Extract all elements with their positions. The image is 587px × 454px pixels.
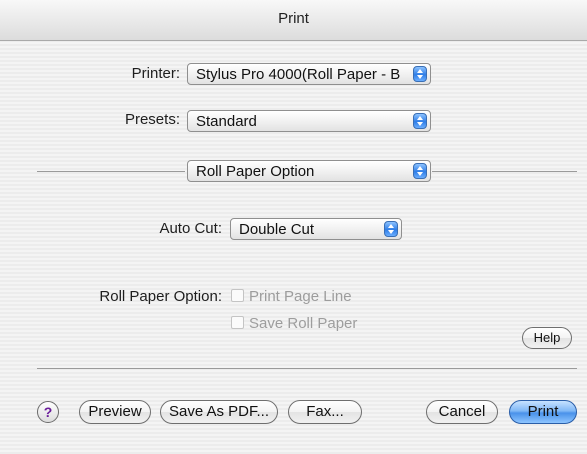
popup-arrows-icon bbox=[384, 221, 398, 237]
presets-label: Presets: bbox=[124, 111, 180, 128]
auto-cut-popup-value: Double Cut bbox=[239, 221, 315, 238]
presets-popup-value: Standard bbox=[196, 113, 257, 130]
save-as-pdf-button[interactable]: Save As PDF... bbox=[160, 400, 278, 424]
bottom-separator bbox=[37, 368, 577, 369]
panel-popup-value: Roll Paper Option bbox=[196, 163, 315, 180]
popup-arrows-icon bbox=[413, 66, 427, 82]
print-page-line-checkbox[interactable]: Print Page Line bbox=[231, 288, 411, 306]
save-roll-paper-checkbox[interactable]: Save Roll Paper bbox=[231, 315, 411, 333]
preview-button[interactable]: Preview bbox=[79, 400, 151, 424]
separator-right bbox=[432, 171, 577, 172]
checkbox-box bbox=[231, 289, 244, 302]
print-button[interactable]: Print bbox=[509, 400, 577, 424]
save-roll-paper-label: Save Roll Paper bbox=[249, 315, 358, 332]
cancel-button[interactable]: Cancel bbox=[426, 400, 498, 424]
popup-arrows-icon bbox=[413, 113, 427, 129]
roll-paper-option-label: Roll Paper Option: bbox=[99, 288, 222, 305]
checkbox-box bbox=[231, 316, 244, 329]
print-dialog: Print Printer: Stylus Pro 4000(Roll Pape… bbox=[0, 0, 587, 454]
title-bar: Print bbox=[0, 0, 587, 41]
question-mark-help-icon[interactable]: ? bbox=[37, 401, 59, 423]
separator-left bbox=[37, 171, 185, 172]
printer-popup[interactable]: Stylus Pro 4000(Roll Paper - B... bbox=[187, 63, 431, 85]
printer-label: Printer: bbox=[131, 65, 180, 82]
print-page-line-label: Print Page Line bbox=[249, 288, 352, 305]
popup-arrows-icon bbox=[413, 163, 427, 179]
help-button[interactable]: Help bbox=[522, 327, 572, 349]
window-title: Print bbox=[278, 10, 309, 27]
auto-cut-popup[interactable]: Double Cut bbox=[230, 218, 402, 240]
panel-popup[interactable]: Roll Paper Option bbox=[187, 160, 431, 182]
fax-button[interactable]: Fax... bbox=[288, 400, 362, 424]
auto-cut-label: Auto Cut: bbox=[159, 220, 222, 237]
presets-popup[interactable]: Standard bbox=[187, 110, 431, 132]
printer-popup-value: Stylus Pro 4000(Roll Paper - B... bbox=[196, 66, 400, 83]
